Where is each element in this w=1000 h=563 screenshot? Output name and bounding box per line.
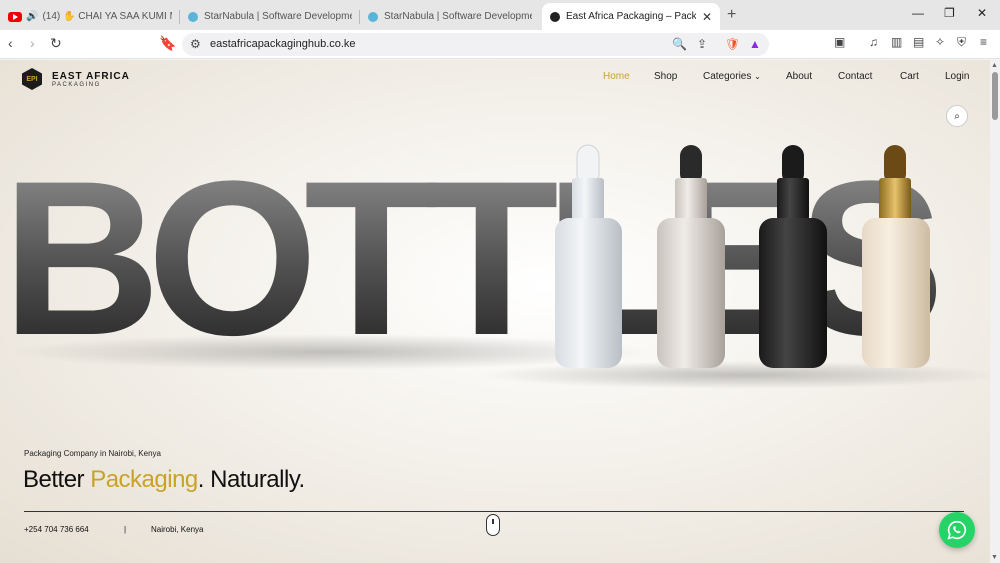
nav-categories-label: Categories [703, 71, 752, 82]
nav-contact[interactable]: Contact [838, 71, 872, 82]
wallet-icon[interactable]: ▤ [913, 35, 924, 49]
whatsapp-button[interactable] [939, 512, 975, 548]
tab-title: East Africa Packaging – Packagin [566, 11, 696, 22]
hero-image: BOTTLES [2, 135, 990, 389]
youtube-icon [8, 11, 22, 22]
back-icon[interactable]: ‹ [8, 35, 13, 51]
hero-headline: Better Packaging. Naturally. [23, 466, 305, 494]
brave-rewards-icon[interactable]: ▲ [749, 37, 761, 51]
search-icon: ⌕ [954, 110, 960, 122]
epi-icon [550, 11, 560, 22]
new-tab-icon[interactable]: + [727, 6, 736, 24]
scroll-down-icon[interactable]: ▼ [991, 554, 998, 561]
scroll-mouse-icon[interactable] [486, 514, 500, 536]
vpn-icon[interactable]: ⛨ [957, 35, 966, 50]
nav-about[interactable]: About [786, 71, 812, 82]
hero-tagline: Packaging Company in Nairobi, Kenya [24, 449, 161, 458]
zoom-icon[interactable]: 🔍 [672, 37, 687, 51]
contact-phone[interactable]: +254 704 736 664 [24, 525, 89, 534]
media-icon[interactable]: ♫ [869, 35, 878, 49]
tab-title: StarNabula | Software Development [204, 11, 352, 22]
web-page: EPI EAST AFRICA PACKAGING Home Shop Cate… [0, 60, 990, 563]
headline-part: Better [23, 466, 91, 493]
screenshot-icon[interactable]: ▣ [834, 35, 845, 49]
tab-starnabula-2[interactable]: StarNabula | Software Development [360, 3, 540, 30]
forward-icon[interactable]: › [30, 35, 35, 51]
scroll-thumb[interactable] [992, 72, 998, 120]
restore-icon[interactable]: ❐ [944, 6, 955, 20]
address-bar[interactable]: ⚙ eastafricapackaginghub.co.ke 🔍 ⇪ 🛡 ▲ [182, 33, 769, 56]
logo-mark: EPI [22, 68, 42, 90]
tab-youtube[interactable]: 🔊 (14) ✋ CHAI YA SAA KUMI MIXTA [0, 3, 180, 30]
browser-tab-strip: 🔊 (14) ✋ CHAI YA SAA KUMI MIXTA StarNabu… [0, 0, 1000, 30]
nav-cart[interactable]: Cart [900, 71, 919, 82]
whatsapp-icon [947, 520, 967, 540]
brave-shield-icon[interactable]: 🛡 [725, 37, 740, 51]
divider-line [24, 511, 964, 512]
audio-icon[interactable]: 🔊 [26, 11, 38, 22]
starnabula-icon [368, 11, 378, 22]
nav-login[interactable]: Login [945, 71, 969, 82]
site-logo[interactable]: EPI EAST AFRICA PACKAGING [22, 68, 130, 90]
page-scrollbar[interactable]: ▲ ▼ [990, 60, 1000, 563]
contact-separator: | [124, 525, 127, 534]
tab-title: StarNabula | Software Development [384, 11, 532, 22]
nav-home[interactable]: Home [603, 71, 630, 82]
url-text[interactable]: eastafricapackaginghub.co.ke [210, 38, 356, 50]
starnabula-icon [188, 11, 198, 22]
nav-categories[interactable]: Categories ⌄ [703, 71, 761, 82]
contact-location: Nairobi, Kenya [151, 525, 204, 534]
site-settings-icon[interactable]: ⚙ [190, 37, 201, 51]
tab-title: (14) ✋ CHAI YA SAA KUMI MIXTA [42, 11, 172, 22]
minimize-icon[interactable]: — [912, 6, 924, 20]
tab-east-africa-packaging[interactable]: East Africa Packaging – Packagin ✕ [542, 3, 720, 30]
close-tab-icon[interactable]: ✕ [702, 10, 712, 24]
headline-part: . Naturally. [197, 466, 305, 493]
nav-shop[interactable]: Shop [654, 71, 677, 82]
scroll-up-icon[interactable]: ▲ [991, 62, 998, 69]
sidebar-icon[interactable]: ▥ [891, 35, 902, 49]
logo-subtitle: PACKAGING [52, 81, 101, 88]
close-window-icon[interactable]: ✕ [977, 6, 987, 20]
browser-toolbar: ‹ › ↻ 🔖 ⚙ eastafricapackaginghub.co.ke 🔍… [0, 30, 1000, 59]
bookmark-icon[interactable]: 🔖 [159, 35, 176, 52]
reload-icon[interactable]: ↻ [50, 35, 62, 52]
menu-icon[interactable]: ≡ [980, 35, 987, 49]
headline-accent: Packaging [90, 466, 198, 493]
search-button[interactable]: ⌕ [946, 105, 968, 127]
share-icon[interactable]: ⇪ [697, 37, 707, 51]
logo-name: EAST AFRICA [52, 70, 130, 82]
chevron-down-icon: ⌄ [754, 72, 761, 81]
tab-starnabula-1[interactable]: StarNabula | Software Development [180, 3, 360, 30]
leo-ai-icon[interactable]: ✧ [935, 35, 945, 49]
